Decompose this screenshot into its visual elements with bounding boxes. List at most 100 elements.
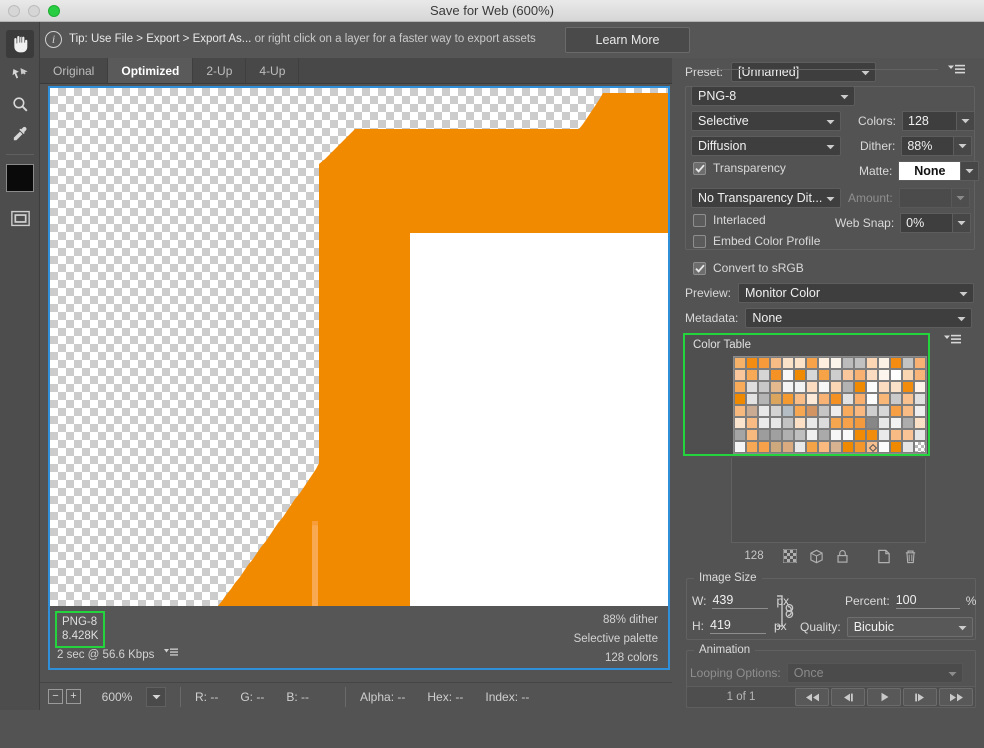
color-swatch[interactable] — [818, 417, 830, 429]
color-swatch[interactable] — [806, 369, 818, 381]
convert-srgb-checkbox[interactable] — [693, 261, 706, 275]
color-swatch[interactable] — [770, 357, 782, 369]
color-swatch[interactable] — [794, 429, 806, 441]
websnap-stepper[interactable] — [952, 213, 972, 233]
zoom-level-field[interactable]: 600% — [88, 687, 146, 707]
color-swatch[interactable] — [806, 357, 818, 369]
color-swatch[interactable] — [878, 381, 890, 393]
color-swatch[interactable] — [770, 429, 782, 441]
color-swatch[interactable] — [866, 357, 878, 369]
color-swatch[interactable] — [746, 417, 758, 429]
color-swatch[interactable] — [902, 405, 914, 417]
color-swatch[interactable] — [734, 429, 746, 441]
color-swatch[interactable] — [770, 393, 782, 405]
color-swatch[interactable] — [818, 381, 830, 393]
lock-icon[interactable] — [829, 549, 855, 564]
color-swatch[interactable] — [746, 393, 758, 405]
tab-optimized[interactable]: Optimized — [108, 58, 194, 83]
color-swatch[interactable] — [902, 393, 914, 405]
color-swatch[interactable] — [854, 369, 866, 381]
color-swatch[interactable] — [758, 381, 770, 393]
color-swatch[interactable] — [794, 417, 806, 429]
color-swatch[interactable] — [734, 405, 746, 417]
transparency-icon[interactable] — [777, 549, 803, 563]
color-swatch[interactable] — [902, 429, 914, 441]
embed-profile-row[interactable]: Embed Color Profile — [693, 234, 820, 248]
color-swatch[interactable] — [758, 369, 770, 381]
tab-4up[interactable]: 4-Up — [246, 58, 300, 83]
color-swatch[interactable] — [866, 441, 878, 453]
color-swatch[interactable] — [830, 381, 842, 393]
convert-srgb-row[interactable]: Convert to sRGB — [693, 261, 804, 275]
color-swatch[interactable] — [782, 369, 794, 381]
transparency-checkbox[interactable] — [693, 161, 706, 175]
color-swatch[interactable] — [890, 429, 902, 441]
color-swatch[interactable] — [830, 393, 842, 405]
color-swatch[interactable] — [830, 429, 842, 441]
color-swatch[interactable] — [890, 417, 902, 429]
color-swatch[interactable] — [902, 441, 914, 453]
color-swatch[interactable] — [842, 417, 854, 429]
dither-field[interactable]: 88% — [901, 136, 954, 156]
color-swatch[interactable] — [758, 405, 770, 417]
color-swatch[interactable] — [746, 381, 758, 393]
color-table-swatch-grid[interactable] — [733, 356, 927, 454]
matte-field[interactable]: None — [898, 161, 961, 181]
foreground-color-swatch[interactable] — [6, 164, 34, 192]
color-swatch[interactable] — [842, 405, 854, 417]
hand-tool[interactable] — [6, 30, 34, 58]
matte-stepper[interactable] — [960, 161, 980, 181]
color-swatch[interactable] — [758, 417, 770, 429]
color-swatch[interactable] — [806, 393, 818, 405]
percent-field[interactable]: 100 — [895, 593, 960, 609]
color-swatch[interactable] — [794, 405, 806, 417]
zoom-level-dropdown[interactable] — [146, 686, 166, 707]
color-swatch[interactable] — [854, 417, 866, 429]
learn-more-button[interactable]: Learn More — [565, 27, 690, 53]
color-swatch[interactable] — [890, 381, 902, 393]
color-swatch[interactable] — [782, 405, 794, 417]
color-swatch[interactable] — [830, 405, 842, 417]
color-swatch[interactable] — [866, 393, 878, 405]
color-swatch[interactable] — [902, 417, 914, 429]
color-swatch[interactable] — [878, 369, 890, 381]
preset-panel-menu-icon[interactable] — [948, 64, 965, 78]
color-swatch[interactable] — [914, 429, 926, 441]
color-swatch[interactable] — [746, 441, 758, 453]
color-swatch[interactable] — [782, 441, 794, 453]
color-swatch[interactable] — [746, 369, 758, 381]
color-swatch[interactable] — [914, 369, 926, 381]
color-swatch[interactable] — [830, 441, 842, 453]
color-swatch[interactable] — [890, 357, 902, 369]
embed-profile-checkbox[interactable] — [693, 234, 706, 248]
color-swatch[interactable] — [782, 417, 794, 429]
color-swatch[interactable] — [854, 441, 866, 453]
transparency-dither-select[interactable]: No Transparency Dit... — [691, 188, 841, 208]
preset-select[interactable]: [Unnamed] — [731, 62, 877, 82]
info-options-menu-icon[interactable] — [163, 648, 178, 660]
color-swatch[interactable] — [830, 417, 842, 429]
zoom-in-button[interactable]: + — [66, 689, 81, 704]
color-swatch[interactable] — [878, 429, 890, 441]
color-swatch[interactable] — [806, 441, 818, 453]
color-swatch[interactable] — [818, 429, 830, 441]
color-swatch[interactable] — [746, 405, 758, 417]
color-swatch[interactable] — [854, 429, 866, 441]
chain-link-icon[interactable] — [773, 592, 797, 633]
color-swatch[interactable] — [878, 393, 890, 405]
toggle-slices-visibility[interactable] — [6, 204, 34, 232]
file-format-select[interactable]: PNG-8 — [691, 86, 855, 106]
color-swatch[interactable] — [782, 393, 794, 405]
color-swatch[interactable] — [758, 429, 770, 441]
color-swatch[interactable] — [914, 357, 926, 369]
delete-color-icon[interactable] — [897, 549, 923, 564]
color-swatch[interactable] — [734, 357, 746, 369]
color-swatch[interactable] — [758, 393, 770, 405]
tab-2up[interactable]: 2-Up — [193, 58, 247, 83]
color-swatch[interactable] — [794, 393, 806, 405]
color-swatch[interactable] — [878, 405, 890, 417]
color-swatch[interactable] — [914, 441, 926, 453]
color-swatch[interactable] — [806, 417, 818, 429]
tab-original[interactable]: Original — [40, 58, 109, 83]
color-swatch[interactable] — [890, 405, 902, 417]
